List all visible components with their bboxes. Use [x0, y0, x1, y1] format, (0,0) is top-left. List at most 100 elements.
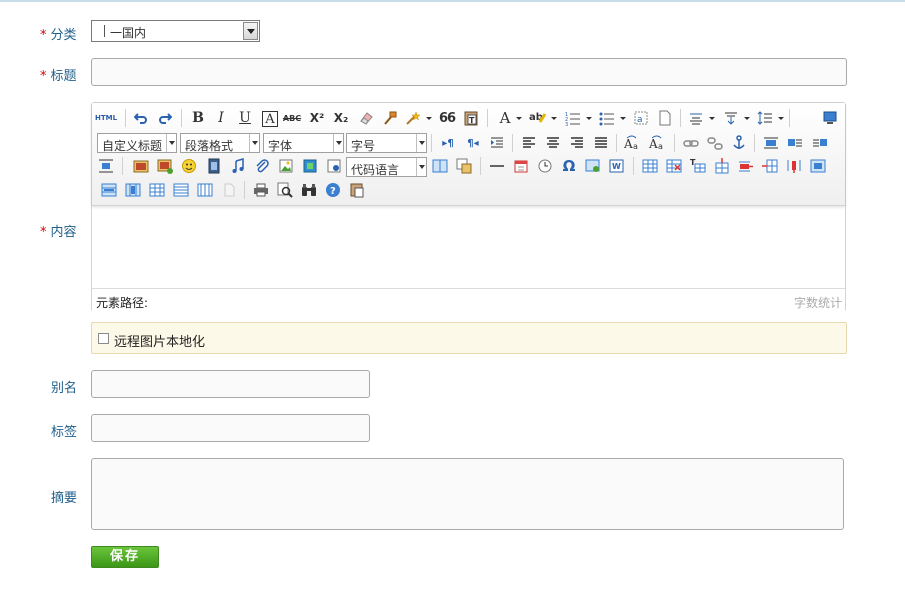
delete-column-icon[interactable] — [785, 157, 803, 175]
chevron-down-icon[interactable] — [778, 117, 784, 120]
unlink-icon[interactable] — [706, 134, 724, 152]
split-to-cells-icon[interactable] — [148, 181, 166, 199]
html-source-button[interactable]: HTML — [95, 109, 117, 127]
background-color-icon[interactable]: ab — [529, 109, 547, 127]
align-justify-icon[interactable] — [592, 134, 610, 152]
redo-icon[interactable] — [156, 109, 174, 127]
image-left-icon[interactable] — [786, 134, 804, 152]
summary-textarea[interactable] — [91, 458, 844, 530]
ltr-button[interactable]: ▸¶ — [439, 134, 457, 152]
subscript-button[interactable]: X₂ — [332, 109, 350, 127]
delete-row-icon[interactable] — [737, 157, 755, 175]
rtl-button[interactable]: ¶◂ — [464, 134, 482, 152]
font-family-select[interactable]: 字体 — [263, 133, 344, 153]
format-painter-icon[interactable] — [381, 109, 399, 127]
time-icon[interactable] — [536, 157, 554, 175]
chevron-down-icon[interactable] — [551, 117, 557, 120]
font-color-button[interactable]: A — [496, 109, 514, 127]
drafts-icon[interactable] — [348, 181, 366, 199]
save-button[interactable]: 保存 — [91, 546, 159, 568]
undo-icon[interactable] — [132, 109, 150, 127]
background-icon[interactable] — [301, 157, 319, 175]
split-to-cols-icon[interactable] — [196, 181, 214, 199]
horizontal-rule-icon[interactable] — [488, 157, 506, 175]
ordered-list-icon[interactable]: 123 — [564, 109, 582, 127]
unordered-list-icon[interactable] — [598, 109, 616, 127]
lowercase-icon[interactable]: Aa — [649, 134, 667, 152]
copy-format-icon[interactable] — [220, 181, 238, 199]
music-icon[interactable] — [229, 157, 247, 175]
align-center-icon[interactable] — [544, 134, 562, 152]
preview-zoom-icon[interactable] — [276, 181, 294, 199]
anchor-icon[interactable] — [730, 134, 748, 152]
merge-right-icon[interactable] — [100, 181, 118, 199]
chevron-down-icon[interactable] — [709, 117, 715, 120]
image-none-icon[interactable] — [762, 134, 780, 152]
new-document-icon[interactable] — [656, 109, 674, 127]
code-language-select[interactable]: 代码语言 — [346, 157, 427, 177]
word-image-icon[interactable]: W — [608, 157, 626, 175]
line-height-icon[interactable] — [756, 109, 774, 127]
page-break-icon[interactable] — [431, 157, 449, 175]
custom-title-select[interactable]: 自定义标题 — [97, 133, 177, 153]
chevron-down-icon[interactable] — [620, 117, 626, 120]
preview-icon[interactable] — [821, 109, 839, 127]
special-chars-button[interactable]: Ω — [560, 157, 578, 175]
search-replace-icon[interactable] — [300, 181, 318, 199]
merge-cells-icon[interactable] — [809, 157, 827, 175]
row-spacing-bottom-icon[interactable] — [722, 109, 740, 127]
image-gallery-icon[interactable] — [277, 157, 295, 175]
delete-table-icon[interactable] — [665, 157, 683, 175]
indent-icon[interactable] — [488, 134, 506, 152]
svg-text:3: 3 — [565, 122, 568, 126]
superscript-button[interactable]: X² — [308, 109, 326, 127]
simple-upload-icon[interactable] — [132, 157, 150, 175]
chevron-down-icon[interactable] — [243, 22, 258, 40]
help-icon[interactable]: ? — [324, 181, 342, 199]
alias-input[interactable] — [91, 370, 370, 398]
print-icon[interactable] — [252, 181, 270, 199]
date-icon[interactable] — [512, 157, 530, 175]
blockquote-button[interactable]: 66 — [438, 109, 456, 127]
insert-column-icon[interactable] — [761, 157, 779, 175]
row-spacing-top-icon[interactable] — [687, 109, 705, 127]
align-left-icon[interactable] — [520, 134, 538, 152]
attachment-icon[interactable] — [253, 157, 271, 175]
merge-down-icon[interactable] — [124, 181, 142, 199]
snapscreen-icon[interactable] — [455, 157, 473, 175]
split-to-rows-icon[interactable] — [172, 181, 190, 199]
insert-image-icon[interactable] — [156, 157, 174, 175]
uppercase-icon[interactable]: Aa — [624, 134, 642, 152]
underline-button[interactable]: U — [236, 109, 254, 127]
top-border — [0, 0, 905, 2]
auto-format-icon[interactable] — [404, 109, 422, 127]
image-right-icon[interactable] — [811, 134, 829, 152]
font-border-button[interactable]: A — [262, 111, 278, 127]
map-icon[interactable] — [584, 157, 602, 175]
tags-input[interactable] — [91, 414, 370, 442]
chevron-down-icon[interactable] — [426, 117, 432, 120]
align-right-icon[interactable] — [568, 134, 586, 152]
link-icon[interactable] — [682, 134, 700, 152]
image-center-icon[interactable] — [97, 157, 115, 175]
remote-image-checkbox[interactable] — [98, 333, 109, 344]
emotion-icon[interactable] — [180, 157, 198, 175]
chevron-down-icon[interactable] — [516, 117, 522, 120]
bold-button[interactable]: B — [189, 109, 207, 127]
chevron-down-icon[interactable] — [586, 117, 592, 120]
title-input[interactable] — [91, 58, 847, 86]
strikethrough-button[interactable]: ABC — [283, 109, 301, 127]
insert-table-icon[interactable] — [641, 157, 659, 175]
italic-button[interactable]: I — [212, 109, 230, 127]
eraser-icon[interactable] — [357, 109, 375, 127]
category-select[interactable]: 一国内 — [91, 20, 260, 42]
video-icon[interactable] — [205, 157, 223, 175]
template-icon[interactable] — [325, 157, 343, 175]
font-size-select[interactable]: 字号 — [346, 133, 427, 153]
insert-paragraph-before-table-icon[interactable]: T — [689, 157, 707, 175]
paragraph-format-select[interactable]: 段落格式 — [180, 133, 260, 153]
insert-row-icon[interactable] — [713, 157, 731, 175]
chevron-down-icon[interactable] — [744, 117, 750, 120]
paste-text-icon[interactable]: T — [462, 109, 480, 127]
select-all-icon[interactable]: a — [632, 109, 650, 127]
